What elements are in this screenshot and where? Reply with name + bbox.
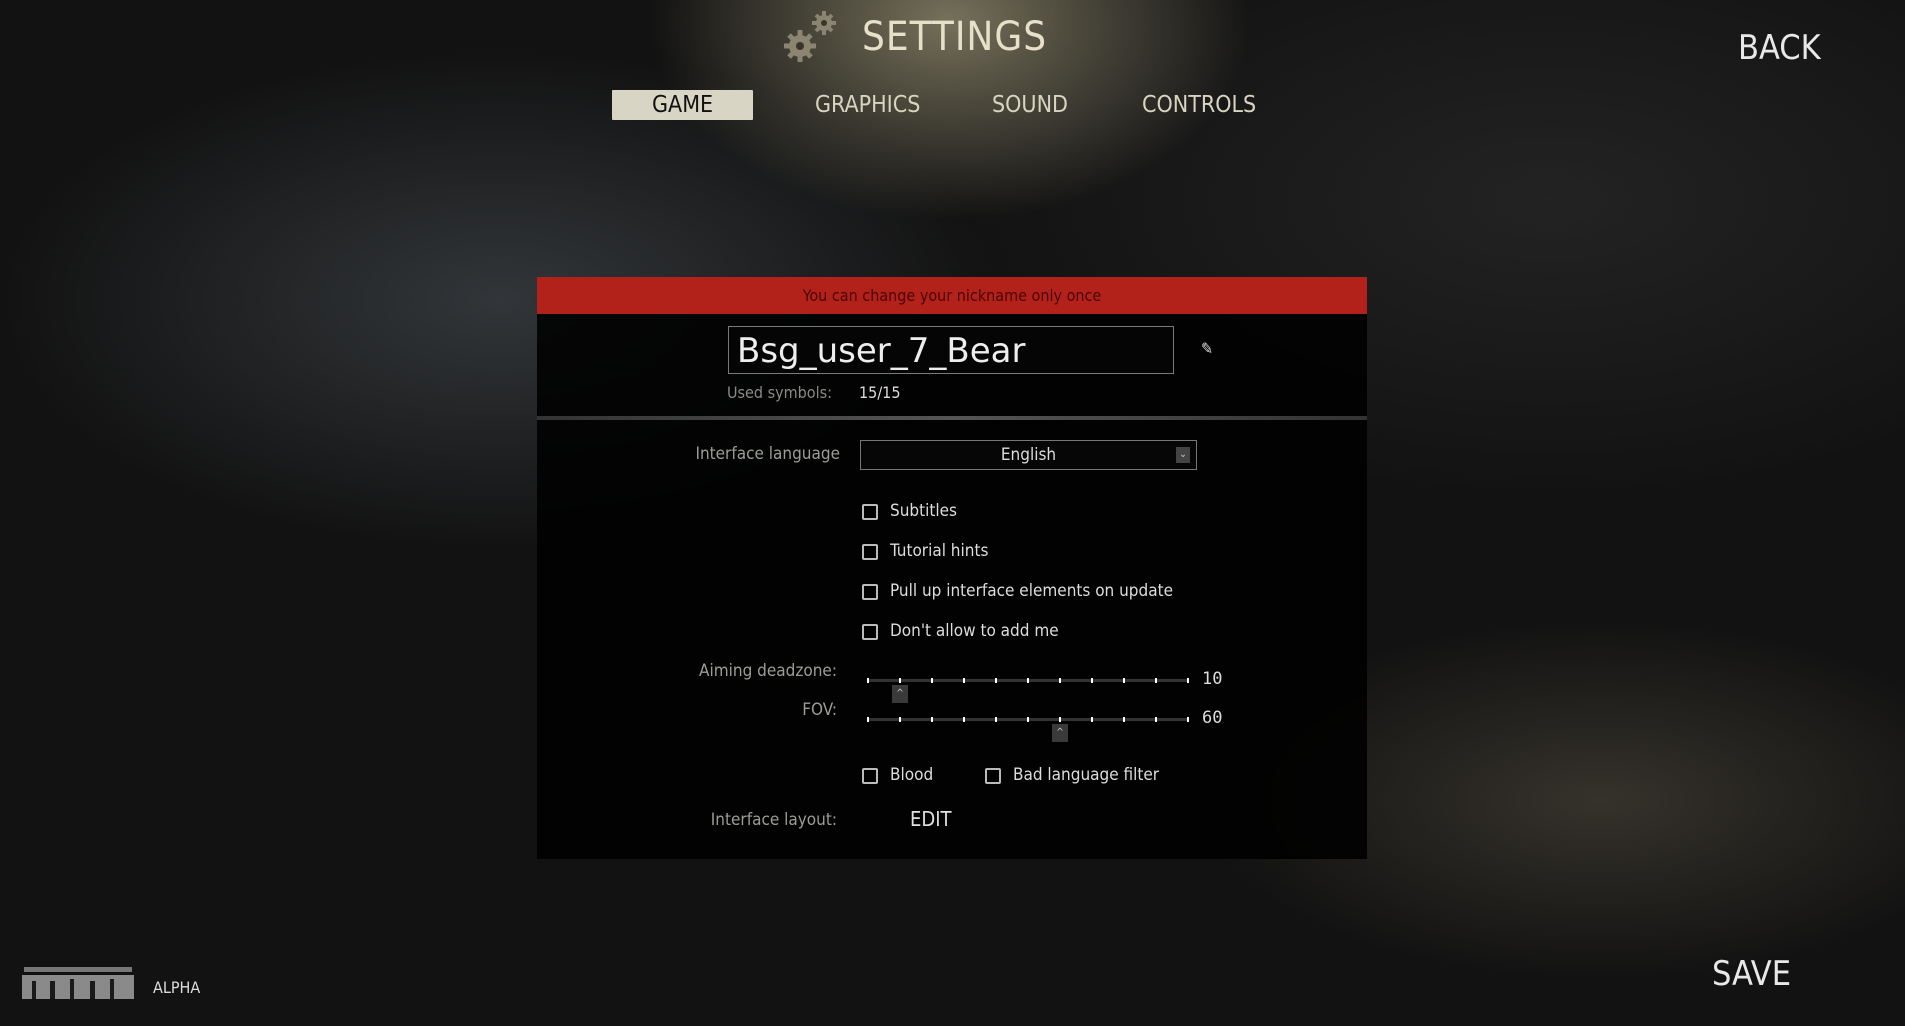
dont-allow-add-label: Don't allow to add me xyxy=(890,621,1059,641)
used-symbols-label: Used symbols: xyxy=(727,383,832,402)
escape-from-tarkov-logo xyxy=(22,967,134,999)
slider-tick xyxy=(1187,717,1189,722)
slider-tick xyxy=(1187,678,1189,683)
aiming-deadzone-value: 10 xyxy=(1202,669,1223,689)
slider-tick xyxy=(963,678,965,683)
gears-icon xyxy=(784,11,836,62)
pull-up-interface-checkbox[interactable] xyxy=(862,584,878,600)
save-button[interactable]: SAVE xyxy=(1712,954,1791,994)
slider-tick xyxy=(931,717,933,722)
slider-tick xyxy=(931,678,933,683)
slider-tick xyxy=(867,717,869,722)
bad-language-filter-checkbox[interactable] xyxy=(985,768,1001,784)
slider-tick xyxy=(1091,717,1093,722)
slider-tick xyxy=(1091,678,1093,683)
edit-pencil-icon[interactable]: ✎ xyxy=(1201,339,1219,358)
slider-tick xyxy=(963,717,965,722)
fov-value: 60 xyxy=(1202,708,1223,728)
divider xyxy=(537,416,1367,420)
nickname-warning-banner: You can change your nickname only once xyxy=(537,277,1367,314)
alpha-label: ALPHA xyxy=(153,978,201,997)
tab-game[interactable]: GAME xyxy=(612,90,754,120)
bad-language-filter-label: Bad language filter xyxy=(1013,765,1160,785)
aiming-deadzone-slider-handle[interactable]: ^ xyxy=(892,685,908,703)
slider-tick xyxy=(1155,717,1157,722)
slider-tick xyxy=(1059,678,1061,683)
tutorial-hints-checkbox[interactable] xyxy=(862,544,878,560)
subtitles-label: Subtitles xyxy=(890,501,957,521)
slider-tick xyxy=(1027,717,1029,722)
slider-tick xyxy=(1059,717,1061,722)
tab-graphics[interactable]: GRAPHICS xyxy=(815,90,920,120)
aiming-deadzone-label: Aiming deadzone: xyxy=(699,661,837,681)
slider-tick xyxy=(1123,678,1125,683)
tab-sound[interactable]: SOUND xyxy=(992,90,1068,120)
chevron-down-icon: ⌄ xyxy=(1176,447,1190,463)
settings-panel: You can change your nickname only once B… xyxy=(537,277,1367,859)
nickname-input[interactable]: Bsg_user_7_Bear xyxy=(728,326,1174,374)
slider-tick xyxy=(899,717,901,722)
aiming-deadzone-slider[interactable] xyxy=(867,678,1189,683)
fov-slider[interactable] xyxy=(867,717,1189,722)
slider-tick xyxy=(1123,717,1125,722)
subtitles-checkbox[interactable] xyxy=(862,504,878,520)
pull-up-interface-label: Pull up interface elements on update xyxy=(890,581,1174,601)
fov-label: FOV: xyxy=(802,700,837,720)
tab-controls[interactable]: CONTROLS xyxy=(1142,90,1256,120)
slider-tick xyxy=(1027,678,1029,683)
dont-allow-add-checkbox[interactable] xyxy=(862,624,878,640)
back-button[interactable]: BACK xyxy=(1738,28,1821,68)
slider-tick xyxy=(1155,678,1157,683)
interface-layout-edit-button[interactable]: EDIT xyxy=(910,807,952,831)
tutorial-hints-label: Tutorial hints xyxy=(890,541,989,561)
page-title: SETTINGS xyxy=(862,14,1048,60)
interface-layout-label: Interface layout: xyxy=(710,810,837,830)
fov-slider-handle[interactable]: ^ xyxy=(1052,724,1068,742)
used-symbols-value: 15/15 xyxy=(859,383,901,402)
slider-tick xyxy=(995,717,997,722)
interface-language-label: Interface language xyxy=(695,444,840,464)
blood-label: Blood xyxy=(890,765,934,785)
blood-checkbox[interactable] xyxy=(862,768,878,784)
interface-language-value: English xyxy=(1000,445,1057,465)
slider-tick xyxy=(867,678,869,683)
slider-tick xyxy=(995,678,997,683)
interface-language-dropdown[interactable]: English ⌄ xyxy=(860,440,1197,470)
slider-tick xyxy=(899,678,901,683)
